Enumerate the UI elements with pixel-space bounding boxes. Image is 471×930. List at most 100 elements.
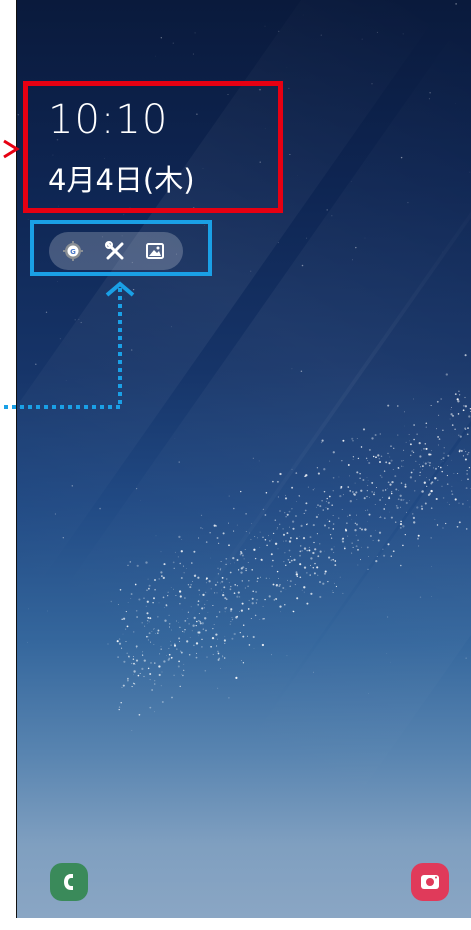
- star: [214, 583, 217, 586]
- star: [265, 577, 268, 579]
- star: [400, 156, 403, 159]
- star: [261, 643, 265, 647]
- star: [193, 616, 196, 620]
- star: [153, 683, 156, 685]
- star: [296, 501, 297, 502]
- camera-icon[interactable]: [411, 863, 449, 901]
- star: [228, 495, 230, 497]
- star: [191, 580, 194, 583]
- star: [192, 53, 194, 55]
- star: [371, 491, 373, 493]
- star: [193, 644, 195, 647]
- star: [121, 686, 123, 688]
- star: [123, 660, 126, 663]
- star: [300, 524, 303, 527]
- star: [264, 598, 266, 601]
- star: [303, 512, 305, 514]
- star: [288, 549, 291, 552]
- star: [178, 461, 180, 463]
- star: [220, 668, 221, 669]
- star: [382, 489, 385, 492]
- star: [274, 542, 278, 545]
- star: [379, 461, 381, 463]
- star: [248, 599, 250, 602]
- star: [189, 586, 192, 589]
- star: [163, 660, 166, 663]
- star: [374, 504, 376, 505]
- star: [446, 483, 449, 485]
- star: [425, 422, 428, 424]
- star: [173, 643, 176, 646]
- star: [198, 537, 200, 539]
- star: [442, 429, 444, 431]
- star: [232, 556, 235, 560]
- star: [431, 596, 432, 597]
- star: [195, 573, 196, 575]
- star: [160, 37, 162, 39]
- star: [412, 516, 415, 520]
- star: [330, 537, 333, 539]
- star: [291, 486, 294, 489]
- star: [291, 368, 293, 370]
- star: [247, 635, 248, 637]
- star: [200, 514, 203, 516]
- star: [136, 564, 139, 567]
- star: [328, 556, 331, 559]
- star: [272, 532, 275, 535]
- star: [437, 435, 440, 438]
- star: [388, 497, 391, 500]
- star: [316, 566, 319, 569]
- star: [330, 559, 332, 561]
- star: [392, 469, 394, 470]
- star: [229, 623, 231, 625]
- star: [219, 582, 221, 584]
- star: [377, 454, 380, 457]
- star: [284, 512, 286, 514]
- star: [290, 559, 293, 562]
- star: [332, 476, 335, 479]
- star: [265, 492, 268, 494]
- star: [198, 613, 200, 615]
- star: [394, 521, 397, 523]
- star: [427, 461, 429, 463]
- star: [465, 528, 468, 530]
- star: [285, 588, 287, 590]
- star: [418, 442, 421, 445]
- star: [320, 441, 323, 444]
- star: [274, 519, 277, 521]
- star: [379, 474, 382, 477]
- star: [138, 598, 141, 601]
- star: [201, 646, 203, 648]
- star: [347, 464, 350, 466]
- star: [307, 486, 309, 488]
- star: [289, 561, 291, 564]
- star: [458, 450, 461, 453]
- star: [296, 575, 299, 578]
- star: [196, 652, 198, 654]
- star: [323, 490, 326, 493]
- star: [306, 237, 308, 239]
- star: [116, 640, 119, 643]
- star: [397, 434, 399, 436]
- star: [152, 602, 154, 604]
- phone-icon[interactable]: [50, 863, 88, 901]
- star: [253, 648, 255, 649]
- star: [437, 444, 439, 446]
- star: [303, 547, 307, 550]
- star: [300, 370, 303, 372]
- star: [379, 517, 381, 519]
- star: [179, 650, 182, 652]
- star: [390, 555, 393, 557]
- star: [276, 528, 278, 531]
- star: [378, 531, 382, 534]
- star: [153, 643, 155, 645]
- star: [205, 629, 207, 632]
- star: [462, 409, 465, 412]
- star: [164, 607, 166, 608]
- star: [157, 616, 159, 618]
- star: [377, 539, 380, 542]
- star: [351, 552, 353, 554]
- star: [359, 473, 361, 475]
- star: [242, 635, 245, 638]
- star: [361, 38, 363, 40]
